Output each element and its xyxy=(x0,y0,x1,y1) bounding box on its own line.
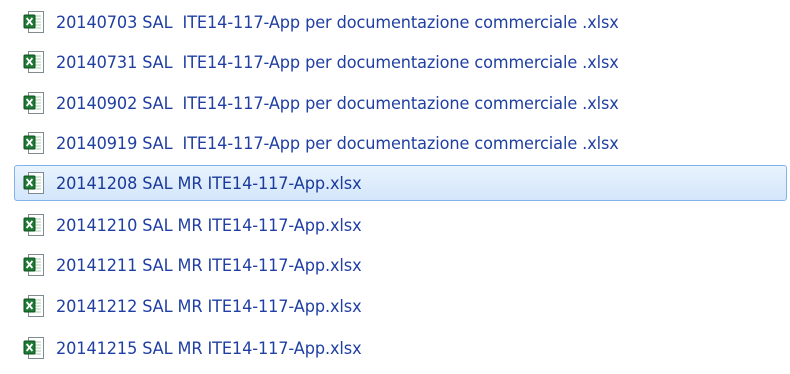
file-name: 20141208 SAL MR ITE14-117-App.xlsx xyxy=(56,172,362,193)
excel-file-icon xyxy=(23,132,44,154)
file-name: 20141212 SAL MR ITE14-117-App.xlsx xyxy=(56,295,362,316)
file-row[interactable]: 20140902 SAL ITE14-117-App per documenta… xyxy=(14,85,787,121)
file-row[interactable]: 20140731 SAL ITE14-117-App per documenta… xyxy=(14,44,787,80)
file-row[interactable]: 20141212 SAL MR ITE14-117-App.xlsx xyxy=(14,288,787,324)
file-name: 20140703 SAL ITE14-117-App per documenta… xyxy=(56,11,619,32)
excel-file-icon xyxy=(23,172,44,194)
excel-file-icon xyxy=(23,92,44,114)
excel-file-icon xyxy=(23,337,44,359)
file-row[interactable]: 20141211 SAL MR ITE14-117-App.xlsx xyxy=(14,247,787,283)
excel-file-icon xyxy=(23,254,44,276)
file-name: 20140902 SAL ITE14-117-App per documenta… xyxy=(56,92,619,113)
file-name: 20141211 SAL MR ITE14-117-App.xlsx xyxy=(56,254,362,275)
file-name: 20140919 SAL ITE14-117-App per documenta… xyxy=(56,132,619,153)
file-name: 20141210 SAL MR ITE14-117-App.xlsx xyxy=(56,214,362,235)
excel-file-icon xyxy=(23,214,44,236)
file-row-selected[interactable]: 20141208 SAL MR ITE14-117-App.xlsx xyxy=(14,165,787,201)
excel-file-icon xyxy=(23,295,44,317)
excel-file-icon xyxy=(23,11,44,33)
file-name: 20141215 SAL MR ITE14-117-App.xlsx xyxy=(56,337,362,358)
excel-file-icon xyxy=(23,51,44,73)
file-row[interactable]: 20141215 SAL MR ITE14-117-App.xlsx xyxy=(14,330,787,366)
file-list: 20140703 SAL ITE14-117-App per documenta… xyxy=(0,0,790,374)
file-row[interactable]: 20141210 SAL MR ITE14-117-App.xlsx xyxy=(14,207,787,243)
file-name: 20140731 SAL ITE14-117-App per documenta… xyxy=(56,51,619,72)
file-row[interactable]: 20140919 SAL ITE14-117-App per documenta… xyxy=(14,125,787,161)
file-row[interactable]: 20140703 SAL ITE14-117-App per documenta… xyxy=(14,4,787,40)
